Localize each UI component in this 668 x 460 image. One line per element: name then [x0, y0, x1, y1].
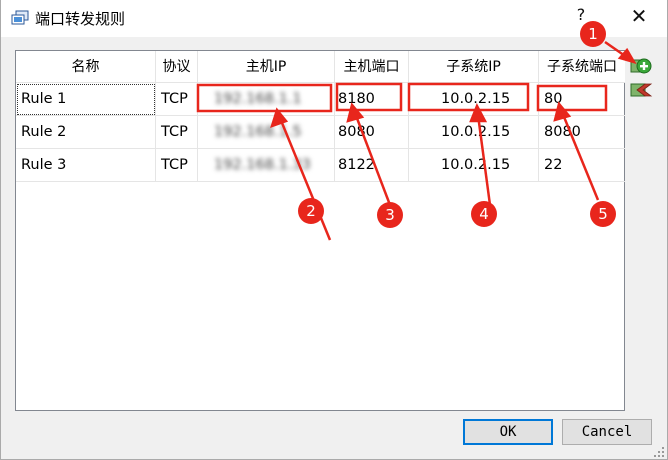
table-row-guest-port[interactable]: 22	[539, 149, 625, 182]
table-row-protocol[interactable]: TCP	[156, 83, 198, 116]
header-host-ip[interactable]: 主机IP	[198, 51, 335, 83]
help-button[interactable]: ?	[571, 5, 591, 29]
table-row-guest-port[interactable]: 80	[539, 83, 625, 116]
table-row-host-port[interactable]: 8080	[335, 116, 409, 149]
header-guest-ip[interactable]: 子系统IP	[409, 51, 539, 83]
table-row-protocol[interactable]: TCP	[156, 149, 198, 182]
table-row-host-port[interactable]: 8180	[335, 83, 409, 116]
table-row-name[interactable]: Rule 1	[16, 83, 156, 116]
port-forwarding-dialog: 端口转发规则 ? ✕ 名称 协议 主机IP 主机端口 子系统IP 子系统端口 R…	[0, 0, 668, 460]
table-row-guest-ip[interactable]: 10.0.2.15	[409, 149, 539, 182]
resize-grip-icon[interactable]	[653, 446, 665, 458]
network-icon	[11, 10, 29, 25]
remove-rule-icon[interactable]	[629, 80, 653, 100]
table-row-name[interactable]: Rule 2	[16, 116, 156, 149]
table-row-host-port[interactable]: 8122	[335, 149, 409, 182]
table-row-protocol[interactable]: TCP	[156, 116, 198, 149]
header-protocol[interactable]: 协议	[156, 51, 198, 83]
table-row-host-ip[interactable]: 192.168.1.33	[198, 149, 335, 182]
header-guest-port[interactable]: 子系统端口	[539, 51, 625, 83]
table-row-guest-ip[interactable]: 10.0.2.15	[409, 83, 539, 116]
ok-button[interactable]: OK	[463, 419, 553, 445]
table-row-host-ip[interactable]: 192.168.1.1	[198, 83, 335, 116]
cancel-button[interactable]: Cancel	[562, 419, 652, 445]
table-row-name[interactable]: Rule 3	[16, 149, 156, 182]
table-row-host-ip[interactable]: 192.168.1.5	[198, 116, 335, 149]
header-host-port[interactable]: 主机端口	[335, 51, 409, 83]
title-bar: 端口转发规则 ? ✕	[1, 0, 667, 37]
header-name[interactable]: 名称	[16, 51, 156, 83]
window-title: 端口转发规则	[35, 10, 126, 28]
close-button[interactable]: ✕	[625, 4, 653, 30]
table-row-guest-ip[interactable]: 10.0.2.15	[409, 116, 539, 149]
add-rule-icon[interactable]	[629, 56, 653, 76]
rules-table: 名称 协议 主机IP 主机端口 子系统IP 子系统端口 Rule 1 TCP 1…	[15, 50, 625, 411]
table-row-guest-port[interactable]: 8080	[539, 116, 625, 149]
